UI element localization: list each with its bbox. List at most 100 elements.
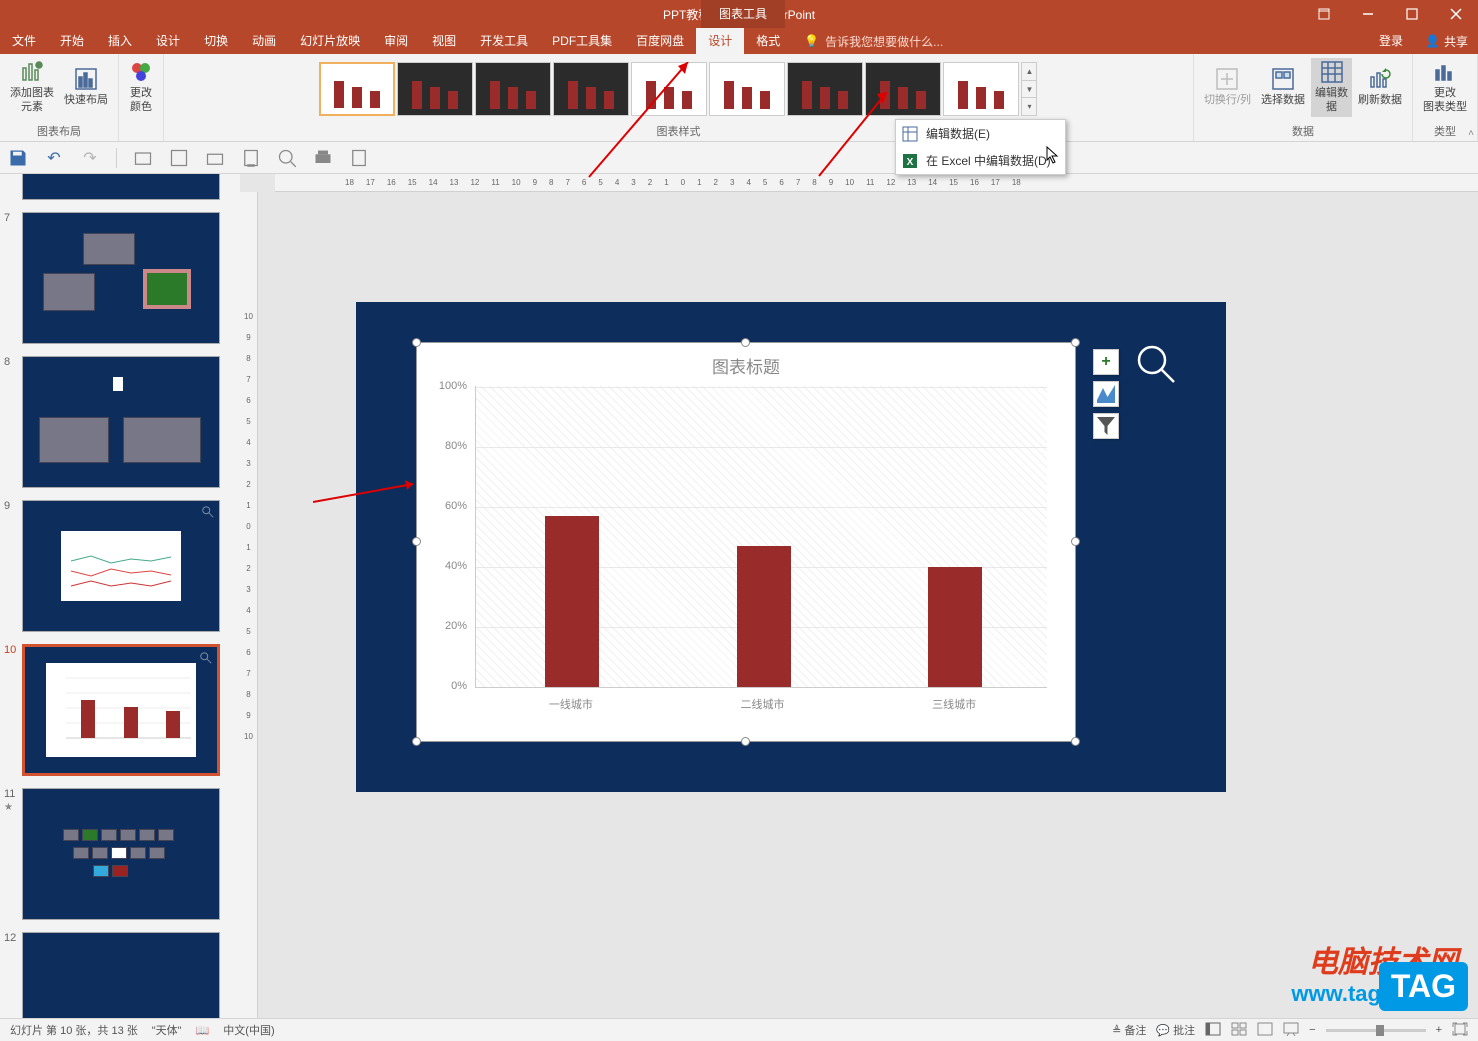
fit-slide-button[interactable] [1452, 1022, 1468, 1039]
selection-handle[interactable] [1071, 338, 1080, 347]
chart-style-5[interactable] [631, 62, 707, 116]
chart-style-1[interactable] [319, 62, 395, 116]
tell-me-search[interactable]: 💡 告诉我您想要做什么... [792, 33, 955, 50]
normal-view-button[interactable] [1205, 1022, 1221, 1039]
selection-handle[interactable] [412, 338, 421, 347]
change-chart-type-button[interactable]: 更改 图表类型 [1419, 58, 1471, 117]
gallery-up-button[interactable]: ▲ [1022, 63, 1036, 81]
chart-style-7[interactable] [787, 62, 863, 116]
chart-style-6[interactable] [709, 62, 785, 116]
selection-handle[interactable] [412, 537, 421, 546]
share-button[interactable]: 👤 共享 [1415, 33, 1478, 50]
save-button[interactable] [8, 148, 28, 168]
tab-insert[interactable]: 插入 [96, 28, 144, 54]
spellcheck-icon[interactable]: 📖 [196, 1024, 210, 1037]
switch-row-col-button[interactable]: 切换行/列 [1200, 58, 1255, 117]
horizontal-ruler: 1817161514131211109876543210123456789101… [275, 174, 1478, 192]
slide-panel[interactable]: 7 8 9 10 [0, 174, 240, 1020]
dropdown-edit-data[interactable]: 编辑数据(E) [896, 120, 1065, 147]
slide-canvas[interactable]: 图表标题 0%20%40%60%80%100% 一线城市二线城市三线城市 + [356, 302, 1226, 792]
close-button[interactable] [1434, 0, 1478, 28]
tab-format[interactable]: 格式 [744, 28, 792, 54]
slide-thumbnail-9[interactable]: 9 [22, 500, 232, 632]
reading-view-button[interactable] [1257, 1022, 1273, 1039]
chart-style-9[interactable] [943, 62, 1019, 116]
gallery-down-button[interactable]: ▼ [1022, 81, 1036, 99]
chart-filters-button[interactable] [1093, 413, 1119, 439]
slide-editor[interactable]: 1817161514131211109876543210123456789101… [240, 174, 1478, 1020]
qat-btn-3[interactable] [205, 148, 225, 168]
slide-thumbnail-8[interactable]: 8 [22, 356, 232, 488]
slide-thumbnail-6-partial[interactable] [22, 174, 232, 200]
minimize-button[interactable] [1346, 0, 1390, 28]
gallery-more-button[interactable]: ▾ [1022, 98, 1036, 115]
refresh-data-button[interactable]: 刷新数据 [1354, 58, 1406, 117]
tab-slideshow[interactable]: 幻灯片放映 [288, 28, 372, 54]
slide-thumbnail-10[interactable]: 10 [22, 644, 232, 776]
tab-transitions[interactable]: 切换 [192, 28, 240, 54]
qat-btn-2[interactable] [169, 148, 189, 168]
change-colors-button[interactable]: 更改 颜色 [125, 58, 157, 117]
chart-bar[interactable] [928, 567, 982, 687]
selection-handle[interactable] [1071, 537, 1080, 546]
zoom-in-button[interactable]: + [1436, 1024, 1442, 1036]
zoom-out-button[interactable]: − [1309, 1024, 1315, 1036]
selection-handle[interactable] [741, 338, 750, 347]
notes-button[interactable]: ≜ 备注 [1112, 1022, 1146, 1038]
chart-bar[interactable] [737, 546, 791, 687]
chart-styles-button[interactable] [1093, 381, 1119, 407]
chart-style-8[interactable] [865, 62, 941, 116]
tab-review[interactable]: 审阅 [372, 28, 420, 54]
sorter-view-button[interactable] [1231, 1022, 1247, 1039]
chart-style-4[interactable] [553, 62, 629, 116]
chart-elements-button[interactable]: + [1093, 349, 1119, 375]
qat-btn-1[interactable] [133, 148, 153, 168]
switch-rc-icon [1215, 67, 1239, 91]
tab-animations[interactable]: 动画 [240, 28, 288, 54]
login-link[interactable]: 登录 [1367, 28, 1415, 54]
chart-x-tick: 三线城市 [932, 696, 976, 712]
collapse-ribbon-button[interactable]: ˄ [1468, 128, 1474, 139]
chart-style-3[interactable] [475, 62, 551, 116]
slide-thumbnail-12[interactable]: 12 [22, 932, 232, 1020]
tab-pdf-tools[interactable]: PDF工具集 [540, 28, 624, 54]
chart-object[interactable]: 图表标题 0%20%40%60%80%100% 一线城市二线城市三线城市 + [416, 342, 1076, 742]
zoom-slider[interactable] [1326, 1029, 1426, 1032]
tab-developer[interactable]: 开发工具 [468, 28, 540, 54]
chart-plot-area[interactable]: 0%20%40%60%80%100% 一线城市二线城市三线城市 [437, 382, 1055, 712]
add-chart-element-button[interactable]: 添加图表 元素 [6, 58, 58, 117]
slide-thumbnail-11[interactable]: 11 ★ [22, 788, 232, 920]
chart-plot [475, 386, 1047, 688]
slide-thumbnail-7[interactable]: 7 [22, 212, 232, 344]
selection-handle[interactable] [741, 737, 750, 746]
comments-button[interactable]: 💬 批注 [1156, 1022, 1195, 1038]
tab-baidu[interactable]: 百度网盘 [624, 28, 696, 54]
select-data-button[interactable]: 选择数据 [1257, 58, 1309, 117]
tab-home[interactable]: 开始 [48, 28, 96, 54]
quick-layout-button[interactable]: 快速布局 [60, 58, 112, 117]
redo-button[interactable]: ↷ [80, 148, 100, 168]
selection-handle[interactable] [1071, 737, 1080, 746]
dropdown-edit-in-excel[interactable]: X 在 Excel 中编辑数据(D) [896, 147, 1065, 174]
tab-view[interactable]: 视图 [420, 28, 468, 54]
tab-design[interactable]: 设计 [144, 28, 192, 54]
edit-data-button[interactable]: 编辑数 据 [1311, 58, 1352, 117]
chart-bar[interactable] [545, 516, 599, 687]
qat-btn-4[interactable] [241, 148, 261, 168]
qat-btn-7[interactable] [349, 148, 369, 168]
selection-handle[interactable] [412, 737, 421, 746]
chart-style-2[interactable] [397, 62, 473, 116]
qat-btn-6[interactable] [313, 148, 333, 168]
tab-chart-design[interactable]: 设计 [696, 28, 744, 54]
chart-floating-buttons: + [1093, 349, 1119, 439]
ribbon-options-icon[interactable] [1302, 0, 1346, 28]
chart-title[interactable]: 图表标题 [417, 343, 1075, 382]
zoom-thumb[interactable] [1376, 1025, 1384, 1036]
group-label-type: 类型 [1434, 121, 1456, 139]
undo-button[interactable]: ↶ [44, 148, 64, 168]
tab-file[interactable]: 文件 [0, 28, 48, 54]
maximize-button[interactable] [1390, 0, 1434, 28]
slideshow-view-button[interactable] [1283, 1022, 1299, 1039]
language-indicator[interactable]: 中文(中国) [223, 1022, 274, 1038]
qat-btn-5[interactable] [277, 148, 297, 168]
